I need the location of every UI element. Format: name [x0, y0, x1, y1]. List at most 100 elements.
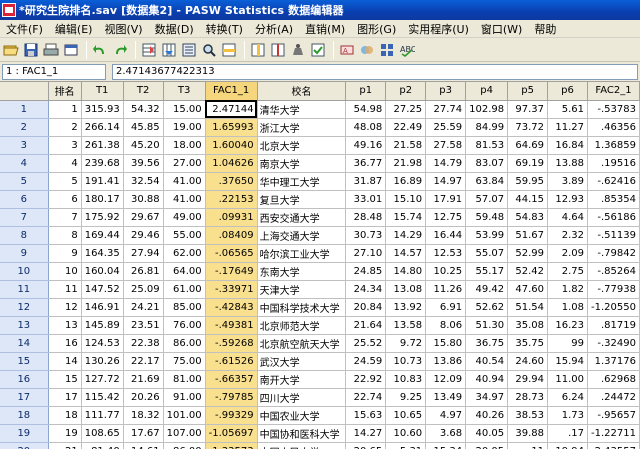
grid-cell[interactable]: 2 [48, 118, 82, 137]
grid-cell[interactable]: 1.36859 [587, 136, 640, 155]
grid-cell[interactable]: 81.40 [81, 442, 124, 449]
grid-cell[interactable]: 40.26 [465, 406, 509, 425]
row-header[interactable]: 3 [0, 136, 49, 155]
data-grid[interactable]: 排名 T1 T2 T3 FAC1_1 校名 p1 p2 p3 p4 p5 p6 FAC2_1 1 1 315… [0, 82, 640, 449]
grid-cell[interactable]: 55.17 [465, 262, 509, 281]
grid-cell[interactable]: 64.69 [507, 136, 549, 155]
grid-cell[interactable]: 5.61 [547, 100, 588, 119]
grid-cell[interactable]: 17.91 [425, 190, 467, 209]
grid-cell[interactable]: 13.86 [425, 352, 467, 371]
grid-cell[interactable]: 22.92 [345, 370, 387, 389]
grid-cell[interactable]: 11.00 [547, 370, 588, 389]
grid-cell[interactable]: 41.00 [163, 172, 206, 191]
grid-cell[interactable]: 22.38 [123, 334, 164, 353]
grid-cell[interactable]: 5 [48, 172, 82, 191]
grid-cell-fac1[interactable]: -.17649 [205, 262, 258, 281]
column-header[interactable]: T1 [81, 82, 124, 101]
grid-cell[interactable]: 22.74 [345, 388, 387, 407]
grid-cell[interactable]: 23.51 [123, 316, 164, 335]
grid-cell[interactable]: 25.59 [425, 118, 467, 137]
grid-cell[interactable]: .46356 [587, 118, 640, 137]
cell-value-field[interactable]: 2.47143677422313 [112, 63, 638, 80]
grid-cell[interactable]: 147.52 [81, 280, 124, 299]
save-icon[interactable] [22, 41, 40, 59]
grid-cell[interactable]: 52.42 [507, 262, 549, 281]
select-cases-icon[interactable] [309, 41, 327, 59]
grid-cell[interactable]: 57.07 [465, 190, 509, 209]
grid-cell[interactable]: 16.89 [385, 172, 427, 191]
grid-cell[interactable]: 15.63 [345, 406, 387, 425]
grid-cell[interactable]: 108.65 [81, 424, 124, 443]
grid-cell[interactable]: 13 [48, 316, 82, 335]
grid-cell[interactable]: 146.91 [81, 298, 124, 317]
grid-cell[interactable]: -.56186 [587, 208, 640, 227]
grid-cell[interactable]: 15.74 [385, 208, 427, 227]
grid-cell[interactable]: 51.67 [507, 226, 549, 245]
grid-cell[interactable]: -.32490 [587, 334, 640, 353]
weight-cases-icon[interactable] [289, 41, 307, 59]
grid-cell[interactable]: 14.57 [385, 244, 427, 263]
grid-cell[interactable]: 19.94 [547, 442, 588, 449]
grid-cell[interactable]: 99 [547, 334, 588, 353]
grid-cell-school[interactable]: 复旦大学 [257, 190, 347, 209]
grid-cell[interactable]: 2.75 [547, 262, 588, 281]
grid-cell[interactable]: 1.82 [547, 280, 588, 299]
grid-cell[interactable]: 21 [48, 442, 82, 449]
grid-cell[interactable]: 239.68 [81, 154, 124, 173]
grid-cell[interactable]: 115.42 [81, 388, 124, 407]
row-header[interactable]: 18 [0, 406, 49, 425]
grid-cell[interactable]: 41.00 [163, 190, 206, 209]
grid-cell[interactable]: 127.72 [81, 370, 124, 389]
grid-cell[interactable]: 15 [48, 370, 82, 389]
grid-cell[interactable]: 51.54 [507, 298, 549, 317]
menu-item-8[interactable]: 实用程序(U) [402, 21, 475, 37]
grid-cell[interactable]: 26.81 [123, 262, 164, 281]
menu-item-6[interactable]: 直销(M) [299, 21, 351, 37]
column-header[interactable]: FAC1_1 [205, 82, 258, 101]
grid-cell[interactable]: 97.37 [507, 100, 549, 119]
grid-cell[interactable]: 61.00 [163, 280, 206, 299]
grid-cell[interactable]: .19516 [587, 154, 640, 173]
grid-cell-school[interactable]: 清华大学 [257, 100, 347, 119]
grid-cell[interactable]: 86.00 [163, 334, 206, 353]
grid-cell[interactable]: 14 [48, 352, 82, 371]
row-header[interactable]: 9 [0, 244, 49, 263]
redo-icon[interactable] [111, 41, 129, 59]
grid-cell[interactable]: 24.60 [507, 352, 549, 371]
grid-cell[interactable]: 39.56 [123, 154, 164, 173]
grid-cell[interactable]: 16.84 [547, 136, 588, 155]
grid-cell[interactable]: 15.34 [425, 442, 467, 449]
grid-cell[interactable]: 9.72 [385, 334, 427, 353]
row-header[interactable]: 8 [0, 226, 49, 245]
grid-cell[interactable]: 22.49 [385, 118, 427, 137]
grid-cell[interactable]: 28.48 [345, 208, 387, 227]
grid-cell[interactable]: 4 [48, 154, 82, 173]
row-header[interactable]: 19 [0, 424, 49, 443]
grid-cell[interactable]: 315.93 [81, 100, 124, 119]
grid-cell[interactable]: 51.30 [465, 316, 509, 335]
grid-cell[interactable]: 9.25 [385, 388, 427, 407]
grid-cell[interactable]: -.77938 [587, 280, 640, 299]
app-icon[interactable] [2, 3, 16, 17]
grid-cell[interactable]: 15.10 [385, 190, 427, 209]
menu-item-0[interactable]: 文件(F) [0, 21, 49, 37]
grid-cell[interactable]: 85.00 [163, 298, 206, 317]
column-header[interactable]: p3 [425, 82, 467, 101]
grid-cell[interactable]: 27.10 [345, 244, 387, 263]
show-all-icon[interactable] [378, 41, 396, 59]
grid-cell-school[interactable]: 南京大学 [257, 154, 347, 173]
grid-cell[interactable]: 180.17 [81, 190, 124, 209]
goto-variable-icon[interactable] [160, 41, 178, 59]
grid-cell[interactable]: 54.98 [345, 100, 387, 119]
grid-cell[interactable]: 14.61 [123, 442, 164, 449]
grid-cell[interactable]: -.62416 [587, 172, 640, 191]
grid-cell[interactable]: 27.25 [385, 100, 427, 119]
grid-cell-school[interactable]: 西安交通大学 [257, 208, 347, 227]
grid-cell[interactable]: -.85264 [587, 262, 640, 281]
grid-cell-fac1[interactable]: -.99329 [205, 406, 258, 425]
row-header[interactable]: 4 [0, 154, 49, 173]
grid-cell[interactable]: 12 [48, 298, 82, 317]
grid-cell[interactable]: 81.00 [163, 370, 206, 389]
column-header[interactable]: p5 [507, 82, 549, 101]
grid-cell[interactable]: 55.00 [163, 226, 206, 245]
